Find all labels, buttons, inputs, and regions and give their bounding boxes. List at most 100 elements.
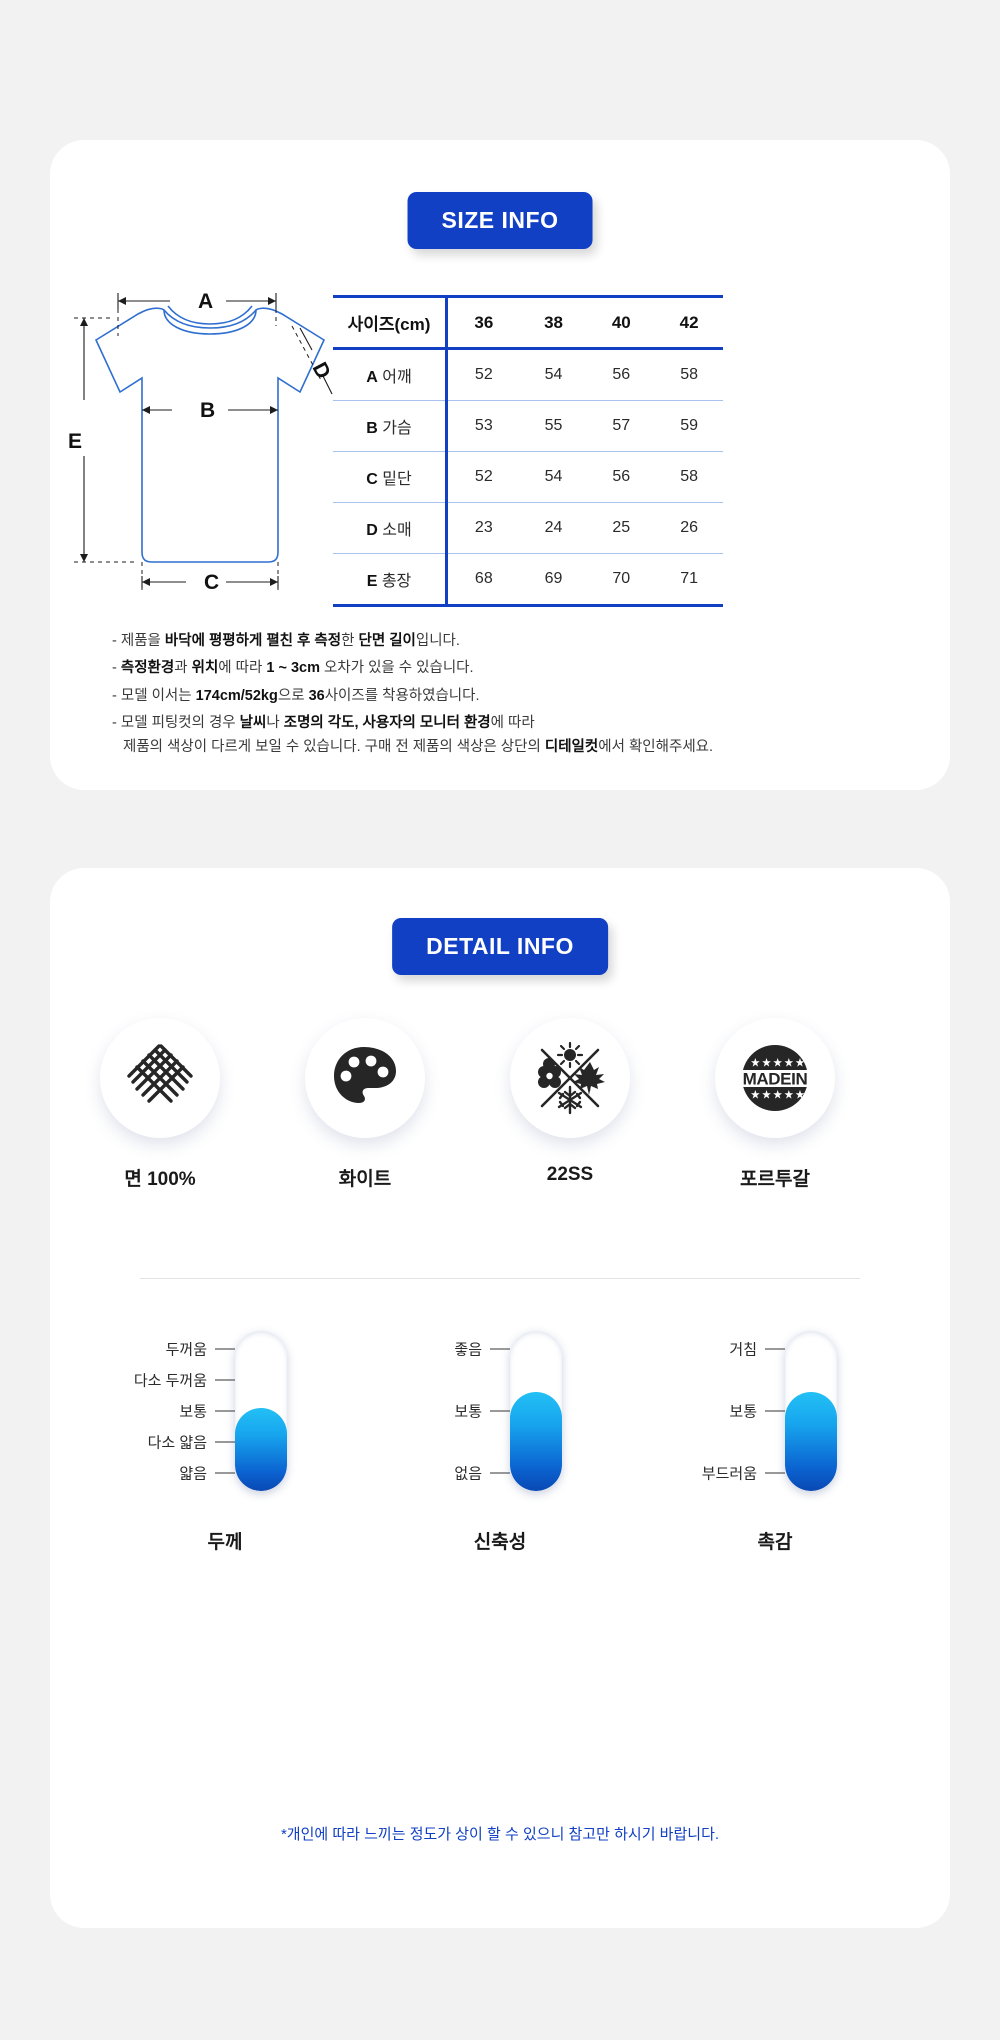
section-divider xyxy=(140,1278,860,1279)
paint-palette-icon xyxy=(305,1018,425,1138)
note-text: 으로 xyxy=(277,687,309,704)
detail-info-badge: DETAIL INFO xyxy=(392,918,608,975)
gauge-tick-mark xyxy=(215,1472,235,1474)
size-table-header-row: 사이즈(cm) 36 38 40 42 xyxy=(333,295,723,350)
gauge-fill xyxy=(785,1391,837,1491)
gauge-tick-mark xyxy=(490,1410,510,1412)
gauge-tick-mark xyxy=(215,1348,235,1350)
table-row: A 어깨 52 54 56 58 xyxy=(333,348,723,401)
cell-d-38: 24 xyxy=(519,502,588,554)
cell-c-40: 56 xyxy=(587,451,656,503)
gauge-level-label: 보통 xyxy=(454,1403,482,1421)
note-emphasis: 바닥에 평평하게 펼친 후 측정 xyxy=(164,633,342,649)
gauge-tick-mark xyxy=(765,1472,785,1474)
note-text: - 제품을 xyxy=(112,633,165,649)
gauge-body: 좋음보통없음 xyxy=(350,1323,650,1513)
cell-a-42: 58 xyxy=(655,348,723,401)
note-text: 오차가 있을 수 있습니다. xyxy=(320,660,474,677)
gauge-body: 거침보통부드러움 xyxy=(625,1323,925,1513)
note-text: - 모델 이서는 xyxy=(112,687,196,704)
row-label-c: C 밑단 xyxy=(333,451,448,503)
woven-fabric-icon xyxy=(100,1018,220,1138)
gauge-level: 보통 xyxy=(454,1401,510,1422)
cell-e-40: 70 xyxy=(587,553,656,607)
gauge-stretch: 좋음보통없음신축성 xyxy=(350,1323,650,1554)
gauge-tick-mark xyxy=(490,1472,510,1474)
diagram-label-a: A xyxy=(198,290,213,313)
note-emphasis: 1 ~ 3cm xyxy=(266,660,320,677)
product-detail-page: SIZE INFO A B C D E 사이즈(cm) 36 38 40 42 … xyxy=(0,0,1000,2040)
cell-b-36: 53 xyxy=(446,400,520,452)
cell-e-36: 68 xyxy=(446,553,520,607)
cell-a-36: 52 xyxy=(446,348,520,401)
cell-e-38: 69 xyxy=(519,553,588,607)
diagram-label-c: C xyxy=(204,571,219,594)
made-in-text: MADEIN xyxy=(743,1070,808,1089)
gauge-level-label: 다소 두꺼움 xyxy=(133,1372,207,1390)
note-text: 사이즈를 착용하였습니다. xyxy=(324,687,480,704)
gauge-tube xyxy=(235,1331,287,1491)
note-text: 과 xyxy=(174,660,192,677)
size-note: - 모델 이서는 174cm/52kg으로 36사이즈를 착용하였습니다. xyxy=(112,685,902,708)
note-emphasis: 디테일컷 xyxy=(544,738,599,755)
detail-info-card: DETAIL INFO 면 100% 화이트 22SS MADEIN 포르투갈 … xyxy=(50,868,950,1928)
note-text: 에서 확인해주세요. xyxy=(598,738,714,755)
cell-d-40: 25 xyxy=(587,502,656,554)
gauge-level-label: 얇음 xyxy=(179,1465,207,1483)
gauge-tick-mark xyxy=(215,1441,235,1443)
cell-a-38: 54 xyxy=(519,348,588,401)
note-text: 에 따라 xyxy=(218,660,267,677)
size-info-card: SIZE INFO A B C D E 사이즈(cm) 36 38 40 42 … xyxy=(50,140,950,790)
gauge-tick-mark xyxy=(765,1410,785,1412)
note-text: 에 따라 xyxy=(490,715,535,732)
gauge-texture: 거침 보통 부드러움 촉감 xyxy=(625,1323,925,1554)
note-text: - 모델 피팅컷의 경우 xyxy=(112,715,240,732)
cell-b-38: 55 xyxy=(519,400,588,452)
cell-a-40: 56 xyxy=(587,348,656,401)
note-emphasis: 단면 길이 xyxy=(358,633,416,649)
table-header-40: 40 xyxy=(587,295,656,350)
table-row: B 가슴 53 55 57 59 xyxy=(333,400,723,452)
gauge-level: 얇음 xyxy=(179,1463,235,1484)
gauge-title: 신축성 xyxy=(473,1532,527,1553)
gauge-level: 부드러움 xyxy=(702,1463,785,1484)
note-text: 한 xyxy=(341,633,359,649)
gauge-tick-mark xyxy=(765,1348,785,1350)
gauge-fill xyxy=(235,1407,287,1491)
detail-icon-item-season: 22SS xyxy=(470,1018,670,1186)
gauge-level: 거침 xyxy=(729,1339,785,1360)
fabric-gauge-row: 두꺼움 다소 두꺼움 보통 다소 얇음 얇음 두께 좋음 보통 없음 신축성 거침 보통 부드러움 촉… xyxy=(50,1323,950,1573)
size-note: - 제품을 바닥에 평평하게 펼친 후 측정한 단면 길이입니다. xyxy=(112,630,902,653)
detail-icon-row: 면 100% 화이트 22SS MADEIN 포르투갈 xyxy=(50,1018,950,1248)
gauge-title: 두께 xyxy=(207,1532,243,1553)
four-seasons-icon xyxy=(510,1018,630,1138)
table-row: E 총장 68 69 70 71 xyxy=(333,553,723,607)
diagram-label-e: E xyxy=(68,430,82,453)
gauge-level-label: 좋음 xyxy=(454,1341,482,1359)
cell-b-40: 57 xyxy=(587,400,656,452)
cell-d-36: 23 xyxy=(446,502,520,554)
detail-icon-label: 면 100% xyxy=(124,1169,196,1190)
size-table: 사이즈(cm) 36 38 40 42 A 어깨 52 54 56 58 B 가… xyxy=(333,295,723,607)
table-header-42: 42 xyxy=(655,295,723,350)
note-emphasis: 조명의 각도, 사용자의 모니터 환경 xyxy=(283,715,491,732)
cell-d-42: 26 xyxy=(655,502,723,554)
note-emphasis: 36 xyxy=(308,687,325,704)
gauge-fill xyxy=(510,1391,562,1491)
row-label-a: A 어깨 xyxy=(333,348,448,401)
row-label-b: B 가슴 xyxy=(333,400,448,452)
gauge-level-label: 없음 xyxy=(454,1465,482,1483)
gauge-body: 두꺼움 다소 두꺼움 보통 다소 얇음 얇음 xyxy=(75,1323,375,1513)
gauge-scale: 좋음보통없음 xyxy=(350,1331,510,1491)
size-info-badge: SIZE INFO xyxy=(407,192,593,249)
cell-e-42: 71 xyxy=(655,553,723,607)
made-in-badge-icon: MADEIN xyxy=(715,1018,835,1138)
detail-icon-label: 22SS xyxy=(546,1164,594,1185)
gauge-tube xyxy=(510,1331,562,1491)
table-row: C 밑단 52 54 56 58 xyxy=(333,451,723,503)
gauge-level-label: 보통 xyxy=(729,1403,757,1421)
gauge-tick-mark xyxy=(215,1379,235,1381)
note-emphasis: 위치 xyxy=(191,660,219,677)
note-text: 제품의 색상이 다르게 보일 수 있습니다. 구매 전 제품의 색상은 상단의 xyxy=(123,738,545,755)
detail-icon-item-material: 면 100% xyxy=(60,1018,260,1191)
